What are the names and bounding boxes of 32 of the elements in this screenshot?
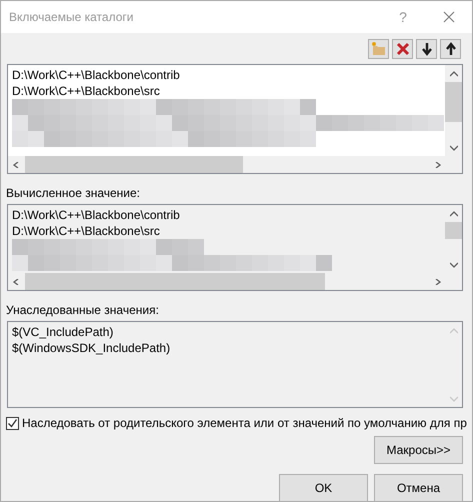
- section-label: Вычисленное значение:: [6, 186, 141, 200]
- macros-button[interactable]: Макросы>>: [374, 436, 463, 464]
- scroll-left-icon: [12, 278, 20, 284]
- move-up-button[interactable]: [440, 39, 461, 59]
- arrow-up-icon: [444, 42, 456, 56]
- move-down-button[interactable]: [416, 39, 437, 59]
- close-icon: [443, 11, 455, 23]
- section-label: Унаследованные значения:: [6, 303, 160, 317]
- list-item: $(VC_IncludePath): [12, 324, 114, 340]
- list-item: $(WindowsSDK_IncludePath): [12, 340, 172, 356]
- cancel-button[interactable]: Отмена: [374, 474, 463, 502]
- scroll-down-icon: [450, 262, 458, 268]
- delete-button[interactable]: [392, 39, 413, 59]
- scroll-left-icon: [12, 162, 20, 168]
- scroll-down-icon: [450, 144, 458, 150]
- list-item: D:\Work\C++\Blackbone\contrib: [12, 207, 181, 223]
- ok-button[interactable]: OK: [279, 474, 368, 502]
- arrow-down-icon: [420, 42, 432, 56]
- scroll-up-icon: [450, 210, 458, 216]
- scroll-up-icon: [450, 328, 458, 334]
- horizontal-scrollbar[interactable]: [8, 156, 445, 173]
- scroll-up-icon: [450, 70, 458, 76]
- new-folder-icon: [370, 41, 386, 57]
- checkbox[interactable]: [6, 416, 19, 430]
- scroll-down-icon: [450, 396, 458, 402]
- vertical-scrollbar[interactable]: [445, 65, 462, 156]
- list-item[interactable]: D:\Work\C++\Blackbone\src: [12, 83, 441, 99]
- list-item[interactable]: D:\Work\C++\Blackbone\contrib: [12, 67, 441, 83]
- checkbox-label[interactable]: Наследовать от родительского элемента или от значений по умолчанию для пр: [22, 416, 467, 430]
- delete-icon: [396, 42, 410, 56]
- window-title: Включаемые каталоги: [9, 10, 134, 24]
- list-item: D:\Work\C++\Blackbone\src: [12, 223, 161, 239]
